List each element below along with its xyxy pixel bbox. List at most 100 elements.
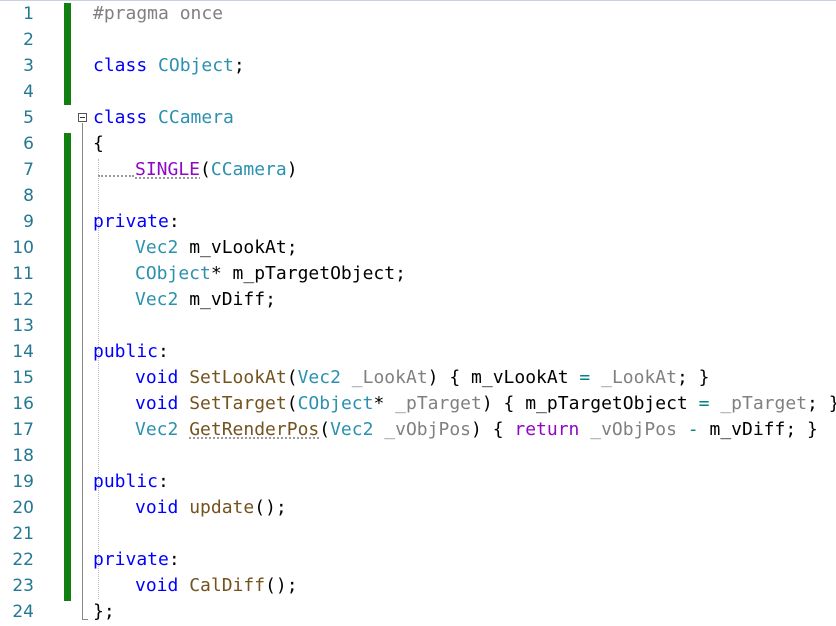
type-name: Vec2 [135,289,179,310]
code-line[interactable]: 14 public: [0,339,836,365]
code-line[interactable]: 5 class CCamera [0,105,836,131]
code-line[interactable]: 22 private: [0,547,836,573]
keyword: void [135,497,179,518]
line-number: 3 [23,56,34,76]
type-name: CCamera [210,159,287,180]
code-line[interactable]: 24 }; [0,599,836,625]
code-editor[interactable]: 1 #pragma once 2 3 class CObject; 4 5 cl… [0,0,836,626]
punctuation: : [168,549,180,570]
line-code: class CObject; [93,55,245,77]
line-number: 6 [23,134,34,154]
punctuation: ( [286,393,298,414]
code-line[interactable]: 23 void CalDiff(); [0,573,836,599]
punctuation: : [158,471,169,492]
type-name: Vec2 [330,419,374,440]
line-code: public: [93,471,169,493]
type-name: Vec2 [135,419,179,440]
line-number: 17 [12,420,34,440]
punctuation: }; [93,601,115,622]
line-number: 21 [12,524,34,544]
punctuation: ) [481,393,493,414]
line-code: }; [93,601,115,623]
type-name: Vec2 [135,237,179,258]
punctuation: * [210,263,222,284]
code-line[interactable]: 12 Vec2 m_vDiff; [0,287,836,313]
type-name: CObject [135,263,211,284]
code-line[interactable]: 16 void SetTarget(CObject* _pTarget) { m… [0,391,836,417]
type-name: CCamera [158,107,234,128]
punctuation: ) [471,419,482,440]
parameter: _vObjPos [590,419,677,440]
code-line[interactable]: 15 void SetLookAt(Vec2 _LookAt) { m_vLoo… [0,365,836,391]
code-line[interactable]: 11 CObject* m_pTargetObject; [0,261,836,287]
parameter: _LookAt [601,367,677,388]
line-code: SINGLE(CCamera) [93,159,298,181]
punctuation: } [807,419,818,440]
code-line[interactable]: 3 class CObject; [0,53,836,79]
line-number: 22 [12,550,34,570]
keyword: void [135,393,179,414]
punctuation: ) [286,159,298,180]
code-line[interactable]: 21 [0,521,836,547]
keyword: class [93,107,148,128]
access-specifier: public [93,471,159,492]
code-line[interactable]: 1 #pragma once [0,1,836,27]
keyword: class [93,55,148,76]
line-code: void SetTarget(CObject* _pTarget) { m_pT… [93,393,836,415]
code-line[interactable]: 17 Vec2 GetRenderPos(Vec2 _vObjPos) { re… [0,417,836,443]
function-name: SetLookAt [189,367,287,388]
line-code: void update(); [93,497,287,519]
punctuation: () [254,497,276,518]
member-variable: m_pTargetObject [525,393,688,414]
line-code: Vec2 m_vDiff; [93,289,276,311]
member-variable: m_vDiff [189,289,266,310]
macro: SINGLE [135,159,201,180]
punctuation: ( [200,159,211,180]
parameter: _LookAt [351,367,428,388]
line-number: 1 [23,4,34,24]
code-line[interactable]: 8 [0,183,836,209]
type-name: CObject [297,393,374,414]
line-code: void SetLookAt(Vec2 _LookAt) { m_vLookAt… [93,367,710,389]
access-specifier: private [93,211,169,232]
keyword: void [135,575,179,596]
code-line[interactable]: 2 [0,27,836,53]
operator: - [687,419,699,440]
code-line[interactable]: 19 public: [0,469,836,495]
preprocessor-directive: #pragma once [93,3,224,24]
line-code: Vec2 GetRenderPos(Vec2 _vObjPos) { retur… [93,419,818,441]
parameter: _pTarget [720,393,808,414]
keyword: void [135,367,179,388]
type-name: CObject [158,55,234,76]
code-line[interactable]: 9 private: [0,209,836,235]
line-code: Vec2 m_vLookAt; [93,237,298,259]
line-number: 14 [12,342,34,362]
punctuation: } [698,367,710,388]
code-line[interactable]: 13 [0,313,836,339]
operator: = [579,367,591,388]
line-number: 23 [12,576,34,596]
line-number: 20 [12,498,34,518]
keyword: return [514,419,580,440]
code-line[interactable]: 7 SINGLE(CCamera) [0,157,836,183]
punctuation: ; [395,263,406,284]
punctuation: : [158,341,169,362]
function-name: GetRenderPos [189,419,320,440]
line-number: 2 [23,30,34,50]
punctuation: () [265,575,287,596]
code-line[interactable]: 20 void update(); [0,495,836,521]
punctuation: ; [275,497,287,518]
punctuation: ; [286,237,298,258]
line-number: 15 [12,368,34,388]
line-number: 7 [23,160,34,180]
punctuation: * [373,393,385,414]
line-number: 24 [12,602,34,622]
code-line[interactable]: 18 [0,443,836,469]
code-line[interactable]: 10 Vec2 m_vLookAt; [0,235,836,261]
punctuation: ; [233,55,245,76]
line-code: #pragma once [93,3,223,25]
function-name: update [189,497,255,518]
line-code: public: [93,341,169,363]
code-line[interactable]: 4 [0,79,836,105]
access-specifier: private [93,549,169,570]
